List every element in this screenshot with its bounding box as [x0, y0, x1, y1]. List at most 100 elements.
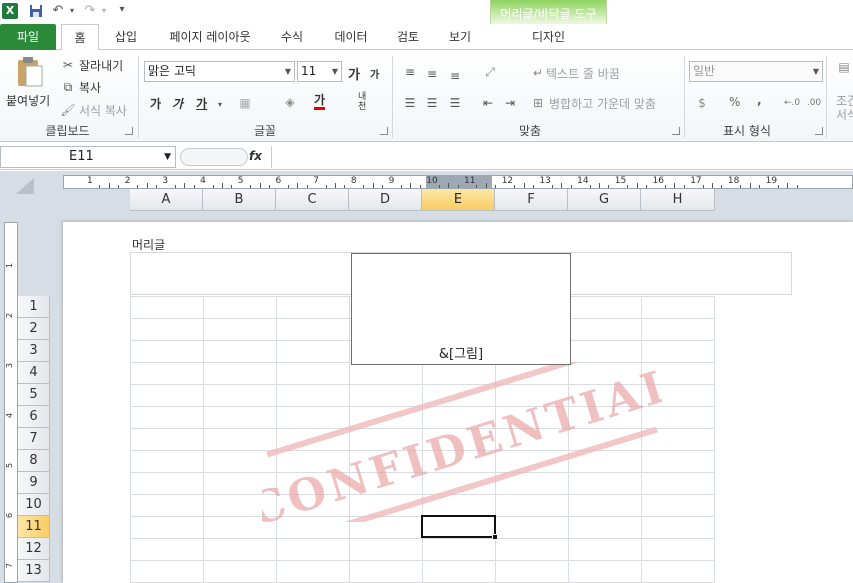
grow-font-button[interactable]: 가	[348, 64, 360, 83]
decrease-indent-icon[interactable]: ⇤	[480, 96, 496, 110]
align-right-icon[interactable]: ☰	[447, 96, 463, 110]
font-color-button[interactable]: 가	[314, 93, 326, 110]
font-size-combo[interactable]: 11 ▼	[297, 61, 342, 82]
select-all-corner[interactable]	[4, 176, 36, 196]
excel-icon[interactable]: X	[2, 3, 18, 19]
font-name-value: 맑은 고딕	[148, 64, 196, 78]
column-header-a[interactable]: A	[130, 189, 203, 211]
row-header-13[interactable]: 13	[18, 560, 50, 582]
bold-button[interactable]: 가	[150, 95, 161, 112]
number-launcher-icon[interactable]	[815, 127, 823, 135]
undo-dropdown-icon[interactable]: ▾	[64, 3, 80, 19]
clipboard-group-label: 클립보드	[45, 124, 90, 138]
active-cell-e11[interactable]	[421, 515, 496, 538]
cut-icon[interactable]: ✂	[60, 58, 76, 72]
fill-handle[interactable]	[492, 534, 498, 540]
header-label: 머리글	[132, 238, 166, 252]
tab-data[interactable]: 데이터	[326, 24, 376, 50]
column-header-d[interactable]: D	[349, 189, 422, 211]
redo-dropdown-icon[interactable]: ▾	[96, 3, 112, 19]
orientation-icon[interactable]: ⤢	[482, 65, 498, 79]
column-header-f[interactable]: F	[495, 189, 568, 211]
ruler-tick	[297, 183, 299, 188]
increase-indent-icon[interactable]: ⇥	[502, 96, 518, 110]
shrink-font-button[interactable]: 가	[370, 66, 379, 81]
merge-center-icon[interactable]: ⊞	[530, 96, 546, 110]
row-header-10[interactable]: 10	[18, 494, 50, 516]
align-left-icon[interactable]: ☰	[402, 96, 418, 110]
header-picture-code[interactable]: &[그림]	[351, 343, 571, 362]
accounting-format-icon[interactable]: $	[694, 96, 710, 110]
column-header-b[interactable]: B	[203, 189, 276, 211]
tab-home[interactable]: 홈	[61, 24, 99, 51]
name-box[interactable]: E11 ▼	[0, 146, 176, 168]
font-launcher-icon[interactable]	[380, 127, 388, 135]
vertical-ruler[interactable]: 1 2 3 4 5 6 7	[4, 222, 18, 583]
align-bottom-icon[interactable]: ≡	[447, 69, 463, 83]
tab-formulas[interactable]: 수식	[272, 24, 312, 50]
align-top-icon[interactable]: ≡	[402, 65, 418, 79]
row-header-8[interactable]: 8	[18, 450, 50, 472]
align-middle-icon[interactable]: ≡	[424, 67, 440, 81]
decrease-decimal-icon[interactable]: .00	[806, 96, 822, 110]
column-header-h[interactable]: H	[641, 189, 715, 211]
function-icon[interactable]: fx	[249, 149, 262, 163]
row-header-1[interactable]: 1	[18, 296, 50, 318]
column-header-g[interactable]: G	[568, 189, 641, 211]
font-name-combo[interactable]: 맑은 고딕 ▼	[144, 61, 295, 82]
formula-input[interactable]	[271, 146, 853, 168]
tab-insert[interactable]: 삽입	[106, 24, 146, 50]
tab-view[interactable]: 보기	[440, 24, 480, 50]
percent-button[interactable]: %	[729, 95, 740, 109]
row-header-5[interactable]: 5	[18, 384, 50, 406]
wrap-text-icon[interactable]: ↵	[530, 66, 546, 80]
clipboard-launcher-icon[interactable]	[125, 127, 133, 135]
copy-icon[interactable]: ⧉	[60, 80, 76, 94]
tab-page-layout[interactable]: 페이지 레이아웃	[158, 24, 262, 50]
ruler-tick	[749, 183, 751, 188]
number-format-combo[interactable]: 일반 ▼	[689, 61, 823, 82]
ruler-tick	[570, 185, 572, 188]
row-header-12[interactable]: 12	[18, 538, 50, 560]
save-icon[interactable]	[28, 3, 44, 19]
ruler-number: 12	[501, 176, 514, 186]
conditional-format-icon[interactable]: ▤	[836, 60, 852, 74]
align-center-icon[interactable]: ☰	[424, 96, 440, 110]
tab-review[interactable]: 검토	[388, 24, 428, 50]
phonetic-button[interactable]: 내천	[358, 92, 372, 112]
increase-decimal-icon[interactable]: ←.0	[784, 96, 800, 110]
row-header-3[interactable]: 3	[18, 340, 50, 362]
paste-icon[interactable]	[14, 56, 46, 90]
tab-file[interactable]: 파일	[0, 24, 56, 50]
alignment-launcher-icon[interactable]	[672, 127, 680, 135]
conditional-format-label-2[interactable]: 서식	[836, 106, 853, 123]
paste-button[interactable]: 붙여넣기	[6, 92, 50, 109]
format-painter-button[interactable]: 서식 복사	[79, 102, 127, 119]
ruler-number: 13	[539, 176, 551, 186]
tab-design[interactable]: 디자인	[490, 24, 607, 50]
wrap-text-button[interactable]: 텍스트 줄 바꿈	[546, 65, 620, 82]
row-header-6[interactable]: 6	[18, 406, 50, 428]
fill-color-icon[interactable]: ◈	[282, 95, 298, 109]
copy-button[interactable]: 복사	[79, 79, 101, 96]
row-header-9[interactable]: 9	[18, 472, 50, 494]
ruler-tick	[636, 183, 638, 188]
chevron-down-icon[interactable]: ▾	[212, 98, 228, 112]
underline-button[interactable]: 가	[196, 95, 207, 112]
comma-button[interactable]: ,	[757, 93, 762, 107]
column-header-e[interactable]: E	[422, 189, 495, 211]
italic-button[interactable]: 가	[172, 95, 183, 112]
ruler-tick	[664, 185, 666, 188]
chevron-down-icon[interactable]: ▼	[164, 147, 171, 167]
customize-icon[interactable]: ▾	[114, 2, 130, 18]
format-painter-icon[interactable]: 🖌	[60, 103, 76, 117]
row-header-4[interactable]: 4	[18, 362, 50, 384]
row-header-7[interactable]: 7	[18, 428, 50, 450]
column-header-c[interactable]: C	[276, 189, 349, 211]
row-header-2[interactable]: 2	[18, 318, 50, 340]
cut-button[interactable]: 잘라내기	[79, 57, 123, 74]
row-header-11[interactable]: 11	[18, 516, 50, 538]
borders-icon[interactable]: ▦	[237, 96, 253, 110]
formula-bar-handle[interactable]	[180, 148, 248, 166]
merge-center-button[interactable]: 병합하고 가운데 맞춤	[549, 95, 656, 112]
